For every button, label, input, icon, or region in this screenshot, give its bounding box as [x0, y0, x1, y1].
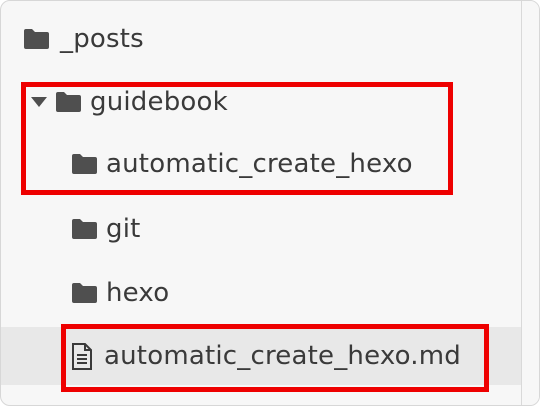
tree-item-label: _posts [60, 24, 144, 54]
folder-icon [24, 29, 49, 49]
tree-item-automatic-create-hexo[interactable]: automatic_create_hexo [1, 132, 521, 196]
folder-icon [72, 154, 97, 174]
scrollbar-track[interactable] [521, 1, 539, 405]
tree-item-label: automatic_create_hexo.md [104, 341, 461, 371]
tree-item-hexo[interactable]: hexo [1, 261, 521, 325]
folder-icon [72, 283, 97, 303]
tree-item-git[interactable]: git [1, 197, 521, 261]
tree-item-label: hexo [106, 278, 170, 308]
file-text-icon [72, 342, 92, 370]
tree-item-posts[interactable]: _posts [1, 7, 521, 71]
tree-item-automatic-create-hexo-md[interactable]: automatic_create_hexo.md [1, 327, 521, 385]
file-tree-panel: _posts guidebook automatic_create_hexo g… [0, 0, 540, 406]
file-tree: _posts guidebook automatic_create_hexo g… [1, 1, 521, 405]
tree-item-label: guidebook [90, 87, 228, 117]
folder-icon [72, 219, 97, 239]
folder-icon [56, 92, 81, 112]
tree-item-label: git [106, 214, 141, 244]
caret-down-icon[interactable] [31, 97, 47, 107]
tree-item-label: automatic_create_hexo [106, 149, 413, 179]
tree-item-guidebook[interactable]: guidebook [1, 70, 521, 134]
